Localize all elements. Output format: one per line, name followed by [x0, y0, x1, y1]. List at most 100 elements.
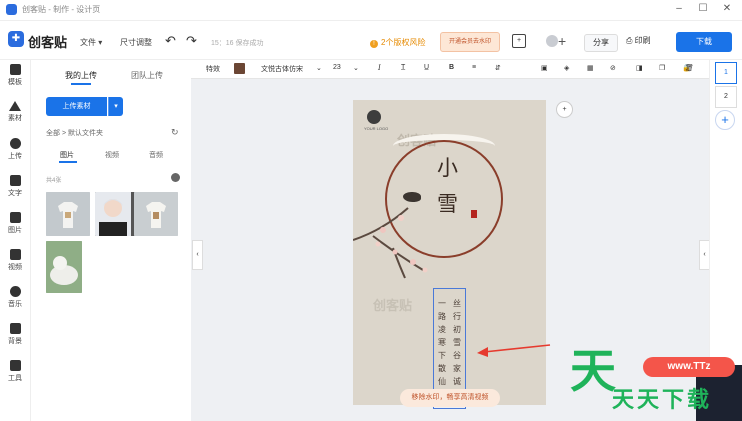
rail-item-text[interactable]: 文字 — [0, 175, 30, 198]
upload-thumbnail-cat[interactable] — [46, 241, 82, 293]
top-toolbar: ✚ 创客贴 文件 ▾ 尺寸调整 ↶ ↷ 15：16 保存成功 ! 2个版权风险 开… — [0, 21, 742, 60]
vip-remove-watermark-button[interactable]: 开通会员去水印 — [440, 32, 500, 52]
position-icon[interactable]: ▣ — [541, 64, 548, 72]
poster-column-left[interactable]: 一路凌寒下散仙 — [437, 297, 447, 388]
rail-label: 图片 — [8, 227, 22, 234]
rail-item-material[interactable]: 素材 — [0, 101, 30, 123]
comment-icon[interactable]: + — [512, 34, 526, 48]
subtab-audio[interactable]: 音频 — [149, 150, 163, 160]
gear-icon[interactable] — [171, 173, 180, 182]
printer-icon: ⎙ — [626, 36, 635, 45]
minimize-icon[interactable]: – — [672, 3, 686, 15]
effect-button[interactable]: 特效 — [206, 64, 220, 74]
chevron-down-icon[interactable]: ⌄ — [353, 64, 359, 72]
title-bar: 创客贴 - 制作 - 设计页 – ☐ ✕ — [0, 0, 742, 21]
breadcrumb[interactable]: 全部 > 默认文件夹 — [46, 128, 103, 138]
tab-my-uploads[interactable]: 我的上传 — [65, 70, 97, 81]
add-page-button[interactable]: + — [715, 110, 735, 130]
collaborator-add[interactable]: + — [546, 33, 572, 49]
italic-icon[interactable]: I — [378, 64, 381, 72]
share-button[interactable]: 分享 — [584, 34, 618, 52]
font-family-select[interactable]: 文悦古体仿宋 — [261, 64, 303, 74]
upload-thumbnail-tshirt-2[interactable] — [134, 192, 178, 236]
rail-label: 素材 — [8, 115, 22, 122]
copyright-risk-link[interactable]: ! 2个版权风险 — [370, 37, 425, 48]
upload-thumbnail-portrait[interactable] — [95, 192, 139, 236]
print-label: 印刷 — [634, 36, 651, 45]
site-brand-name: 天天下载 — [612, 387, 713, 412]
background-icon — [9, 323, 21, 334]
image-icon — [9, 212, 21, 223]
rail-label: 文字 — [8, 190, 22, 197]
text-style-icon[interactable]: T̲ — [401, 64, 405, 71]
poster-title-char-1[interactable]: 小 — [437, 152, 458, 182]
site-logo-glyph: 天 — [570, 345, 616, 397]
app-icon — [6, 4, 17, 15]
rail-item-image[interactable]: 图片 — [0, 212, 30, 235]
save-status: 15：16 保存成功 — [211, 40, 264, 47]
rail-item-background[interactable]: 背景 — [0, 323, 30, 346]
music-icon — [9, 286, 21, 297]
refresh-icon[interactable]: ↻ — [171, 127, 179, 138]
page-thumb-2[interactable]: 2 — [715, 86, 737, 108]
file-menu[interactable]: 文件 ▾ — [80, 37, 102, 48]
close-icon[interactable]: ✕ — [720, 3, 734, 15]
download-button[interactable]: 下载 — [676, 32, 732, 52]
upload-thumbnail-tshirt-1[interactable] — [46, 192, 90, 236]
collapse-panel-left[interactable]: ‹ — [192, 240, 203, 270]
watermark: 创客贴 — [373, 298, 413, 313]
subtab-active-indicator — [59, 161, 77, 163]
poster-logo-text[interactable]: YOUR LOGO — [364, 126, 388, 131]
flip-icon[interactable]: ◨ — [636, 64, 643, 72]
upload-material-button[interactable]: 上传素材 — [46, 97, 107, 116]
link-icon[interactable]: ⊘ — [610, 64, 616, 72]
rail-label: 音乐 — [8, 301, 22, 308]
remove-watermark-banner[interactable]: 移除水印，畅享高清视频 — [400, 389, 500, 407]
poster-column-right[interactable]: 丝行初雪谷家诚 — [452, 297, 462, 388]
underline-icon[interactable]: U̲ — [424, 64, 429, 71]
rail-label: 上传 — [8, 153, 22, 160]
text-spacing-icon[interactable]: ⇵ — [495, 64, 501, 72]
rail-item-music[interactable]: 音乐 — [0, 286, 30, 309]
print-button[interactable]: ⎙ 印刷 — [626, 35, 651, 46]
text-icon — [9, 175, 21, 186]
site-url-badge: www.TTz — [643, 357, 735, 377]
brand-logo-icon: ✚ — [8, 31, 24, 47]
red-seal-stamp[interactable] — [471, 210, 477, 218]
rail-item-upload[interactable]: 上传 — [0, 138, 30, 161]
copy-icon[interactable]: ❐ — [659, 64, 665, 72]
resize-button[interactable]: 尺寸调整 — [120, 37, 152, 48]
video-icon — [9, 249, 21, 260]
rail-label: 模板 — [8, 79, 22, 86]
cloud-upload-icon — [9, 138, 21, 149]
chevron-down-icon[interactable]: ⌄ — [316, 64, 322, 72]
add-comment-icon[interactable]: + — [556, 101, 573, 118]
rail-label: 视频 — [8, 264, 22, 271]
tab-team-uploads[interactable]: 团队上传 — [131, 70, 163, 81]
rail-item-video[interactable]: 视频 — [0, 249, 30, 272]
rail-item-tools[interactable]: 工具 — [0, 360, 30, 383]
text-property-bar: 特效 文悦古体仿宋 ⌄ 23 ⌄ I T̲ U̲ B ≡ ⇵ ▣ ◈ ▦ ⊘ ◨… — [191, 60, 709, 79]
undo-icon[interactable]: ↶ — [165, 33, 176, 49]
upload-dropdown-icon[interactable]: ▾ — [108, 97, 123, 116]
warning-icon: ! — [370, 40, 378, 48]
text-color-swatch[interactable] — [234, 63, 245, 74]
transparency-icon[interactable]: ▦ — [587, 64, 594, 72]
risk-label: 2个版权风险 — [381, 38, 426, 47]
poster-logo-icon[interactable] — [367, 110, 381, 124]
redo-icon[interactable]: ↷ — [186, 33, 197, 49]
page-thumb-1[interactable]: 1 — [715, 62, 737, 84]
trash-icon[interactable]: 🗑 — [685, 64, 694, 72]
subtab-videos[interactable]: 视频 — [105, 150, 119, 160]
font-size-select[interactable]: 23 — [333, 64, 341, 71]
bird-illustration[interactable] — [403, 192, 421, 202]
layers-icon[interactable]: ◈ — [564, 64, 569, 72]
plum-branch-illustration[interactable] — [353, 200, 463, 280]
rail-item-template[interactable]: 模板 — [0, 64, 30, 87]
bold-icon[interactable]: B — [449, 64, 454, 71]
plus-icon: + — [558, 33, 567, 49]
rail-label: 背景 — [8, 338, 22, 345]
subtab-images[interactable]: 图片 — [60, 150, 74, 160]
maximize-icon[interactable]: ☐ — [696, 3, 710, 15]
align-icon[interactable]: ≡ — [472, 64, 476, 71]
